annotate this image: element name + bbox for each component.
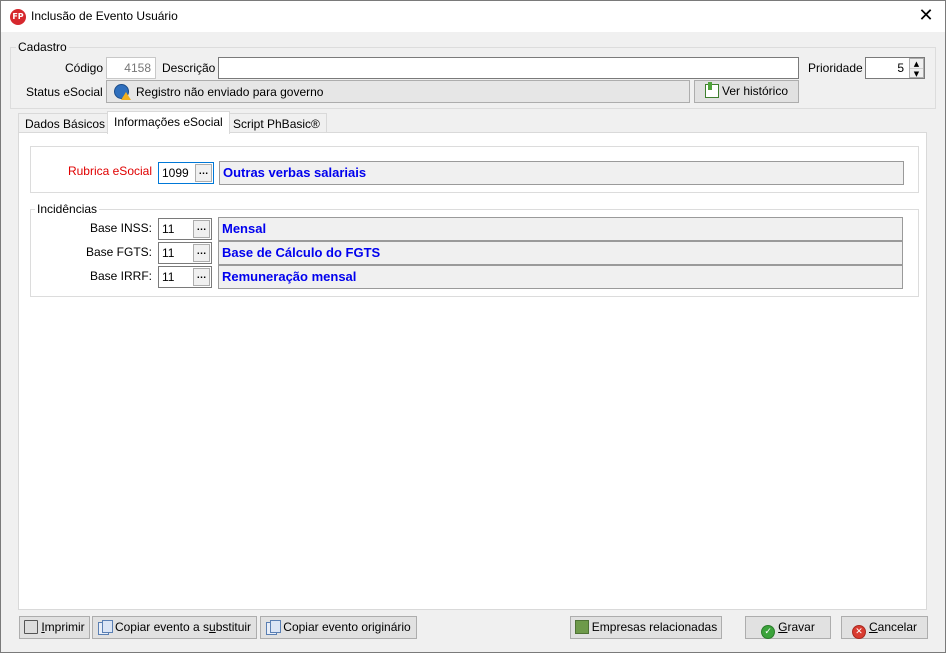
copiar-evento-originario-button[interactable]: Copiar evento originário xyxy=(260,616,417,639)
base-inss-lookup-button[interactable]: … xyxy=(193,220,210,238)
codigo-label: Código xyxy=(65,61,104,75)
base-fgts-code-value: 11 xyxy=(162,246,175,260)
status-esocial-box: Registro não enviado para governo xyxy=(106,80,690,103)
window-title: Inclusão de Evento Usuário xyxy=(31,9,178,23)
imprimir-button[interactable]: Imprimir xyxy=(19,616,90,639)
ver-historico-button[interactable]: Ver histórico xyxy=(694,80,799,103)
close-icon[interactable]: ✕ xyxy=(915,5,937,27)
tab-script-phbasic[interactable]: Script PhBasic® xyxy=(226,113,327,134)
spin-up-icon[interactable]: ▲ xyxy=(910,59,923,69)
base-fgts-label: Base FGTS: xyxy=(85,245,152,259)
copiar-evento-substituir-button[interactable]: Copiar evento a substituir xyxy=(92,616,257,639)
copiar-substituir-pre: Copiar evento a s xyxy=(114,620,210,634)
base-inss-label: Base INSS: xyxy=(89,221,152,235)
rubrica-code-input[interactable]: 1099 … xyxy=(158,162,214,184)
base-inss-description: Mensal xyxy=(218,217,903,241)
prioridade-label: Prioridade xyxy=(808,61,863,75)
rubrica-label: Rubrica eSocial xyxy=(67,164,152,178)
cancelar-button[interactable]: ✕ Cancelar xyxy=(841,616,928,639)
history-icon xyxy=(704,82,719,98)
dialog-window: FP Inclusão de Evento Usuário ✕ Cadastro… xyxy=(0,0,946,653)
prioridade-spinner[interactable]: ▲ ▼ xyxy=(909,58,924,78)
printer-icon xyxy=(24,620,39,634)
gravar-post: ravar xyxy=(787,620,815,634)
base-irrf-lookup-button[interactable]: … xyxy=(193,268,210,286)
base-irrf-code-input[interactable]: 11 … xyxy=(158,266,212,288)
tab-panel-esocial: Rubrica eSocial 1099 … Outras verbas sal… xyxy=(18,132,927,610)
empresas-relacionadas-button[interactable]: Empresas relacionadas xyxy=(570,616,722,639)
rubrica-code-value: 1099 xyxy=(162,166,189,180)
copiar-substituir-post: bstituir xyxy=(215,620,252,634)
descricao-label: Descrição xyxy=(162,61,216,75)
copy-icon xyxy=(97,620,113,635)
cancelar-mnemonic: C xyxy=(868,620,878,634)
rubrica-description: Outras verbas salariais xyxy=(219,161,904,185)
codigo-field: 4158 xyxy=(106,57,156,79)
app-logo-icon: FP xyxy=(10,9,26,25)
descricao-input[interactable] xyxy=(218,57,799,79)
companies-icon xyxy=(574,620,589,634)
empresas-label: Empresas relacionadas xyxy=(591,620,718,634)
tab-informacoes-esocial[interactable]: Informações eSocial xyxy=(107,111,230,134)
copiar-originario-label: Copiar evento originário xyxy=(283,620,411,634)
base-irrf-label: Base IRRF: xyxy=(89,269,152,283)
cancelar-post: ancelar xyxy=(877,620,918,634)
copy-icon xyxy=(266,620,282,635)
incidencias-label: Incidências xyxy=(35,202,100,216)
check-icon: ✓ xyxy=(761,625,776,639)
ver-historico-label: Ver histórico xyxy=(721,84,789,98)
cadastro-group-label: Cadastro xyxy=(16,40,69,54)
rubrica-lookup-button[interactable]: … xyxy=(195,164,212,182)
base-irrf-code-value: 11 xyxy=(162,270,175,284)
spin-down-icon[interactable]: ▼ xyxy=(910,69,923,79)
imprimir-post: mprimir xyxy=(44,620,85,634)
copiar-substituir-mnemonic: u xyxy=(209,620,216,634)
gravar-button[interactable]: ✓ Gravar xyxy=(745,616,831,639)
base-inss-code-value: 11 xyxy=(162,222,175,236)
cancel-icon: ✕ xyxy=(851,625,866,639)
base-fgts-description: Base de Cálculo do FGTS xyxy=(218,241,903,265)
title-bar: FP Inclusão de Evento Usuário ✕ xyxy=(1,1,945,32)
status-esocial-text: Registro não enviado para governo xyxy=(136,85,324,99)
status-esocial-label: Status eSocial xyxy=(26,85,103,99)
gravar-mnemonic: G xyxy=(778,620,788,634)
base-fgts-lookup-button[interactable]: … xyxy=(193,244,210,262)
base-fgts-code-input[interactable]: 11 … xyxy=(158,242,212,264)
globe-warning-icon xyxy=(114,84,131,100)
base-inss-code-input[interactable]: 11 … xyxy=(158,218,212,240)
base-irrf-description: Remuneração mensal xyxy=(218,265,903,289)
tab-dados-basicos[interactable]: Dados Básicos xyxy=(18,113,113,134)
